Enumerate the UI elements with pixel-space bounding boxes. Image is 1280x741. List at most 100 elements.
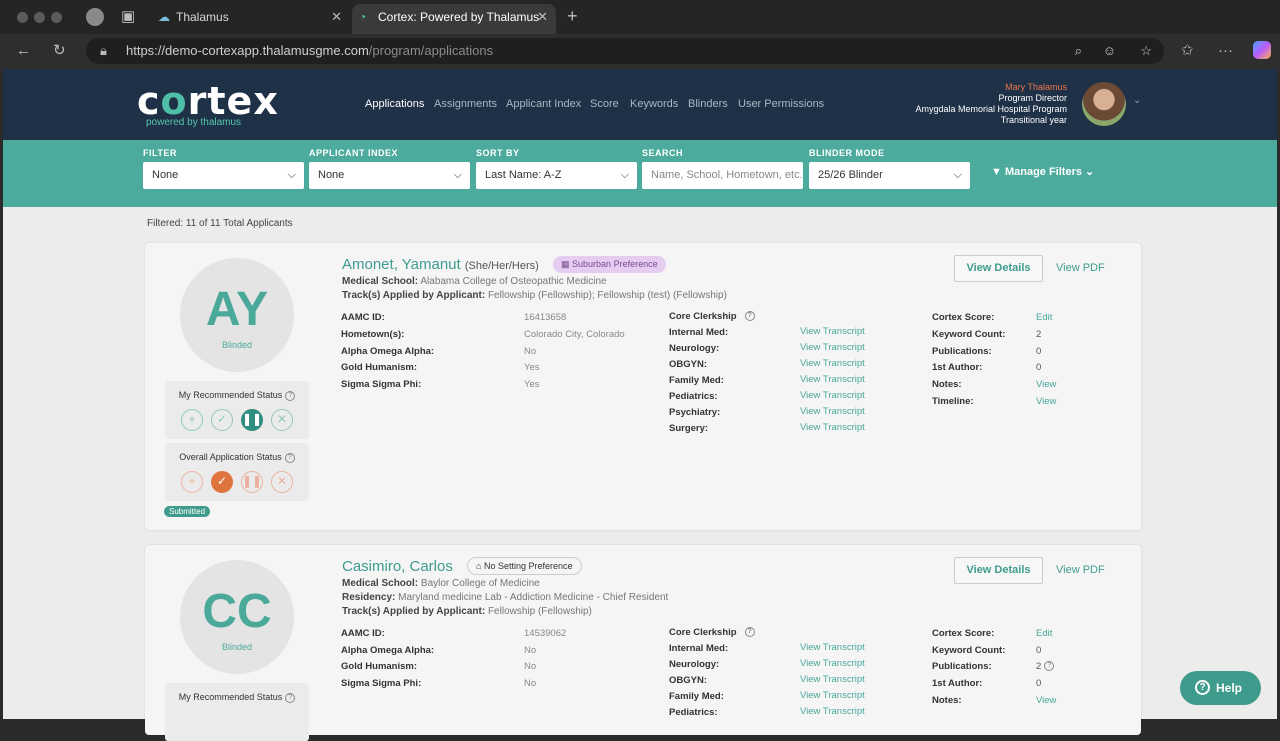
close-window-dot[interactable] bbox=[17, 12, 28, 23]
blinder-mode-select[interactable]: 25/26 Blinder ⌵ bbox=[809, 162, 970, 189]
status-add-icon[interactable]: + bbox=[181, 409, 203, 431]
view-notes-link[interactable]: View bbox=[1036, 379, 1056, 390]
publications-count: 2 bbox=[1036, 661, 1042, 672]
view-transcript-link[interactable]: View Transcript bbox=[800, 374, 865, 385]
nav-user-permissions[interactable]: User Permissions bbox=[738, 98, 824, 110]
filter-select[interactable]: None ⌵ bbox=[143, 162, 304, 189]
applicant-index-select[interactable]: None ⌵ bbox=[309, 162, 470, 189]
core-clerkship-label: Core Clerkship bbox=[669, 311, 737, 322]
status-pause-icon[interactable]: ❚❚ bbox=[241, 409, 263, 431]
funnel-icon: ▼ bbox=[991, 166, 1002, 178]
overall-pause-icon[interactable]: ❚❚ bbox=[241, 471, 263, 493]
medical-school-label: Medical School: bbox=[342, 578, 419, 589]
view-pdf-link[interactable]: View PDF bbox=[1056, 262, 1105, 274]
new-tab-icon[interactable]: + bbox=[567, 7, 578, 25]
nav-applications[interactable]: Applications bbox=[365, 98, 424, 110]
nav-keywords[interactable]: Keywords bbox=[630, 98, 678, 110]
back-icon[interactable]: ← bbox=[16, 43, 31, 59]
favorite-star-icon[interactable]: ☆ bbox=[1140, 38, 1152, 64]
help-icon[interactable]: ? bbox=[284, 452, 295, 463]
view-transcript-link[interactable]: View Transcript bbox=[800, 326, 865, 337]
address-bar[interactable]: 🔒︎ https://demo-cortexapp.thalamusgme.co… bbox=[86, 38, 1164, 64]
reader-icon[interactable]: ☺ bbox=[1103, 38, 1116, 64]
browser-tab-cortex[interactable]: ◔ Cortex: Powered by Thalamus ✕ bbox=[352, 4, 556, 34]
view-transcript-link[interactable]: View Transcript bbox=[800, 706, 865, 717]
nav-blinders[interactable]: Blinders bbox=[688, 98, 728, 110]
help-icon[interactable]: ? bbox=[744, 311, 755, 322]
sigma-label: Sigma Sigma Phi: bbox=[341, 678, 422, 689]
url-path: /program/applications bbox=[368, 43, 494, 58]
overall-check-icon[interactable]: ✓ bbox=[211, 471, 233, 493]
view-details-button[interactable]: View Details bbox=[954, 255, 1043, 282]
status-reject-icon[interactable]: ✕ bbox=[271, 409, 293, 431]
medical-school-label: Medical School: bbox=[342, 276, 419, 287]
copilot-icon[interactable] bbox=[1253, 41, 1271, 59]
overall-reject-icon[interactable]: ✕ bbox=[271, 471, 293, 493]
applicant-name[interactable]: Casimiro, Carlos bbox=[342, 558, 453, 575]
clerkship-label: Internal Med: bbox=[669, 327, 729, 338]
view-transcript-link[interactable]: View Transcript bbox=[800, 422, 865, 433]
view-transcript-link[interactable]: View Transcript bbox=[800, 690, 865, 701]
preference-text: No Setting Preference bbox=[483, 561, 573, 571]
help-button[interactable]: ? Help bbox=[1180, 671, 1261, 705]
browser-tab-thalamus[interactable]: ☁ Thalamus ✕ bbox=[150, 4, 350, 34]
view-transcript-link[interactable]: View Transcript bbox=[800, 406, 865, 417]
manage-filters-button[interactable]: ▼ Manage Filters ⌄ bbox=[991, 165, 1094, 178]
medical-school-value: Alabama College of Osteopathic Medicine bbox=[420, 276, 607, 287]
view-transcript-link[interactable]: View Transcript bbox=[800, 390, 865, 401]
view-transcript-link[interactable]: View Transcript bbox=[800, 342, 865, 353]
view-details-button[interactable]: View Details bbox=[954, 557, 1043, 584]
close-tab-icon[interactable]: ✕ bbox=[331, 4, 342, 30]
view-transcript-link[interactable]: View Transcript bbox=[800, 658, 865, 669]
nav-assignments[interactable]: Assignments bbox=[434, 98, 497, 110]
tracks-value: Fellowship (Fellowship); Fellowship (tes… bbox=[487, 290, 727, 301]
nav-score[interactable]: Score bbox=[590, 98, 619, 110]
edit-score-link[interactable]: Edit bbox=[1036, 312, 1052, 323]
view-transcript-link[interactable]: View Transcript bbox=[800, 674, 865, 685]
view-timeline-link[interactable]: View bbox=[1036, 396, 1056, 407]
clerkship-label: Family Med: bbox=[669, 375, 724, 386]
hometown-value: Colorado City, Colorado bbox=[524, 329, 625, 340]
view-transcript-link[interactable]: View Transcript bbox=[800, 642, 865, 653]
medical-school-line: Medical School: Alabama College of Osteo… bbox=[342, 276, 607, 287]
favorites-icon[interactable]: ✩ bbox=[1181, 43, 1194, 59]
profile-icon[interactable] bbox=[86, 8, 104, 26]
tracks-line: Track(s) Applied by Applicant: Fellowshi… bbox=[342, 606, 592, 617]
help-icon[interactable]: ? bbox=[285, 390, 296, 401]
close-tab-icon[interactable]: ✕ bbox=[537, 4, 548, 30]
help-icon[interactable]: ? bbox=[744, 627, 755, 638]
applicant-index-label: APPLICANT INDEX bbox=[309, 148, 399, 158]
initials: AY bbox=[205, 283, 269, 336]
sigma-value: No bbox=[524, 678, 537, 689]
user-menu-chevron-icon[interactable]: ⌄ bbox=[1133, 95, 1141, 106]
clerkship-label: Psychiatry: bbox=[669, 407, 721, 418]
search-input[interactable]: Name, School, Hometown, etc. bbox=[642, 162, 803, 189]
maximize-window-dot[interactable] bbox=[51, 12, 62, 23]
info-icon[interactable]: ? bbox=[1044, 661, 1055, 672]
minimize-window-dot[interactable] bbox=[34, 12, 45, 23]
help-icon[interactable]: ? bbox=[285, 692, 296, 703]
tab-actions-icon[interactable]: ▣ bbox=[121, 9, 135, 25]
sort-by-select[interactable]: Last Name: A-Z ⌵ bbox=[476, 162, 637, 189]
logo-tagline: powered by thalamus bbox=[146, 117, 242, 128]
sigma-label: Sigma Sigma Phi: bbox=[341, 379, 422, 390]
search-label: SEARCH bbox=[642, 148, 684, 158]
clerkship-label: Surgery: bbox=[669, 423, 709, 434]
status-check-icon[interactable]: ✓ bbox=[211, 409, 233, 431]
gold-humanism-label: Gold Humanism: bbox=[341, 661, 418, 672]
applicant-name[interactable]: Amonet, Yamanut (She/Her/Hers) bbox=[342, 256, 539, 273]
overall-add-icon[interactable]: + bbox=[181, 471, 203, 493]
chevron-down-icon: ⌵ bbox=[620, 169, 629, 181]
edit-score-link[interactable]: Edit bbox=[1036, 628, 1052, 639]
reload-icon[interactable]: ↻ bbox=[53, 43, 66, 59]
view-transcript-link[interactable]: View Transcript bbox=[800, 358, 865, 369]
keyword-count-label: Keyword Count: bbox=[932, 329, 1006, 340]
more-menu-icon[interactable]: ··· bbox=[1218, 43, 1233, 59]
zoom-icon[interactable]: ⌕ bbox=[1075, 38, 1082, 64]
view-notes-link[interactable]: View bbox=[1036, 695, 1056, 706]
pronouns: (She/Her/Hers) bbox=[464, 260, 539, 272]
user-avatar[interactable] bbox=[1082, 82, 1126, 126]
view-pdf-link[interactable]: View PDF bbox=[1056, 564, 1105, 576]
nav-applicant-index[interactable]: Applicant Index bbox=[506, 98, 581, 110]
first-author-value: 0 bbox=[1036, 362, 1042, 373]
